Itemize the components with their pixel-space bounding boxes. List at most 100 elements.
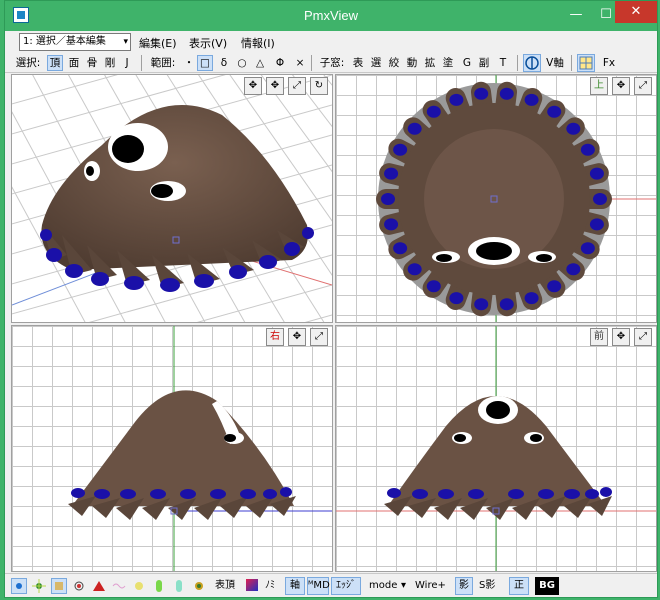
child-scale-button[interactable]: 拡 [423, 55, 437, 71]
perspective-scene [12, 75, 332, 322]
color-gradient-icon[interactable] [245, 578, 261, 594]
joint-display-icon[interactable] [111, 578, 127, 594]
menu-bar: 1: 選択／基本編集 ▾ 編集(E) 表示(V) 情報(I) [5, 31, 657, 53]
bone-display-icon[interactable] [71, 578, 87, 594]
tentacle-nail [426, 280, 441, 293]
range-circle-button[interactable]: ○ [235, 55, 249, 71]
pan-arrows-icon[interactable]: ✥ [612, 77, 630, 95]
range-point-button[interactable]: ・ [183, 55, 195, 71]
fx-button[interactable]: Fx [599, 55, 619, 71]
tentacle-nail [384, 167, 399, 180]
tentacle-nail [407, 263, 422, 276]
range-delta-button[interactable]: δ [217, 55, 231, 71]
bg-button[interactable]: BG [535, 577, 559, 595]
pan-arrows-icon[interactable]: ✥ [288, 328, 306, 346]
range-triangle-button[interactable]: △ [253, 55, 267, 71]
tentacle-nail [426, 105, 441, 118]
material-display-icon[interactable] [51, 578, 67, 594]
range-rect-button[interactable]: □ [197, 55, 213, 71]
tentacle-nail [384, 218, 399, 231]
pan-arrows-icon[interactable]: ✥ [266, 77, 284, 95]
shadow-button[interactable]: 影 [455, 577, 473, 595]
zoom-icon[interactable]: ⤢ [634, 328, 652, 346]
rotate-icon[interactable]: ↻ [310, 77, 328, 95]
child-filter-button[interactable]: 絞 [387, 55, 401, 71]
tentacle-nail [449, 93, 464, 106]
child-window-label: 子窓: [319, 57, 345, 69]
tentacle-nail [589, 218, 604, 231]
wire-label[interactable]: Wire+ [415, 578, 446, 594]
move-arrows-icon[interactable]: ✥ [244, 77, 262, 95]
tentacle-nail [580, 143, 595, 156]
child-t-button[interactable]: T [497, 55, 509, 71]
viewport-perspective[interactable]: ✥ ✥ ⤢ ↻ [11, 74, 333, 323]
zoom-icon[interactable]: ⤢ [310, 328, 328, 346]
view-front-label[interactable]: 前 [590, 328, 608, 346]
pmxview-window: PmxView — ☐ ✕ 1: 選択／基本編集 ▾ 編集(E) 表示(V) 情… [4, 0, 658, 598]
md-button[interactable]: ᴹMD [307, 577, 330, 595]
viewport-controls: 右 ✥ ⤢ [266, 328, 330, 346]
softbody-display-icon[interactable] [131, 578, 147, 594]
range-phi-button[interactable]: Φ [273, 55, 287, 71]
split-view-icon[interactable] [577, 54, 595, 72]
child-g-button[interactable]: G [461, 55, 473, 71]
viewport-top[interactable]: 上 ✥ ⤢ [335, 74, 657, 323]
edge-button[interactable]: ｴｯｼﾞ [331, 577, 361, 595]
child-move-button[interactable]: 動 [405, 55, 419, 71]
axis-toggle-icon[interactable] [523, 54, 541, 72]
toolbar-divider [311, 55, 312, 71]
sphere-display-icon[interactable] [191, 578, 207, 594]
close-button[interactable]: ✕ [615, 1, 657, 23]
child-select-button[interactable]: 選 [369, 55, 383, 71]
range-cross-button[interactable]: × [293, 55, 307, 71]
ortho-button[interactable]: 正 [509, 577, 529, 595]
select-face-button[interactable]: 面 [67, 55, 81, 71]
vertex-display-icon[interactable] [11, 578, 27, 594]
child-paint-button[interactable]: 塗 [441, 55, 455, 71]
select-rigid-button[interactable]: 剛 [103, 55, 117, 71]
mode-select[interactable]: 1: 選択／基本編集 ▾ [19, 33, 131, 51]
mode-dropdown-icon[interactable]: ▾ [401, 578, 406, 594]
zoom-icon[interactable]: ⤢ [288, 77, 306, 95]
minimize-button[interactable]: — [561, 3, 591, 27]
vertex-label[interactable]: 表頂 [215, 578, 235, 594]
menu-edit[interactable]: 編集(E) [139, 35, 177, 51]
axis-button[interactable]: 軸 [285, 577, 305, 595]
tentacle-nail [407, 122, 422, 135]
tentacle-nail [547, 105, 562, 118]
select-bone-button[interactable]: 骨 [85, 55, 99, 71]
normal-display-icon[interactable] [31, 578, 47, 594]
capsule-cyan-icon[interactable] [171, 578, 187, 594]
toolbar-divider [571, 55, 572, 71]
view-top-label[interactable]: 上 [590, 77, 608, 95]
child-sub-button[interactable]: 副 [477, 55, 491, 71]
tentacle-nail [393, 242, 408, 255]
mode-label[interactable]: mode [369, 578, 397, 594]
viewport-right[interactable]: 右 ✥ ⤢ [11, 325, 333, 572]
child-table-button[interactable]: 表 [351, 55, 365, 71]
view-right-label[interactable]: 右 [266, 328, 284, 346]
tentacle-nail [566, 122, 581, 135]
viewport-controls: 上 ✥ ⤢ [590, 77, 654, 95]
right-scene [68, 326, 332, 571]
menu-info[interactable]: 情報(I) [241, 35, 275, 51]
select-label: 選択: [15, 57, 41, 69]
toolbar-divider [517, 55, 518, 71]
tentacle-nail [566, 263, 581, 276]
tentacle-nail [593, 193, 607, 205]
v-axis-label[interactable]: V軸 [543, 55, 567, 71]
select-vertex-button[interactable]: 頂 [47, 55, 63, 71]
window-title: PmxView [304, 8, 358, 23]
capsule-green-icon[interactable] [151, 578, 167, 594]
tentacle-nail [499, 298, 514, 311]
select-joint-button[interactable]: J [121, 55, 133, 71]
tentacle-nail [580, 242, 595, 255]
viewport-controls: 前 ✥ ⤢ [590, 328, 654, 346]
rigid-display-icon[interactable] [91, 578, 107, 594]
pan-arrows-icon[interactable]: ✥ [612, 328, 630, 346]
viewport-front[interactable]: 前 ✥ ⤢ [335, 325, 657, 572]
zoom-icon[interactable]: ⤢ [634, 77, 652, 95]
edge-label[interactable]: ﾉﾐ [265, 578, 275, 594]
menu-view[interactable]: 表示(V) [189, 35, 227, 51]
s-shadow-label[interactable]: S影 [479, 578, 495, 594]
